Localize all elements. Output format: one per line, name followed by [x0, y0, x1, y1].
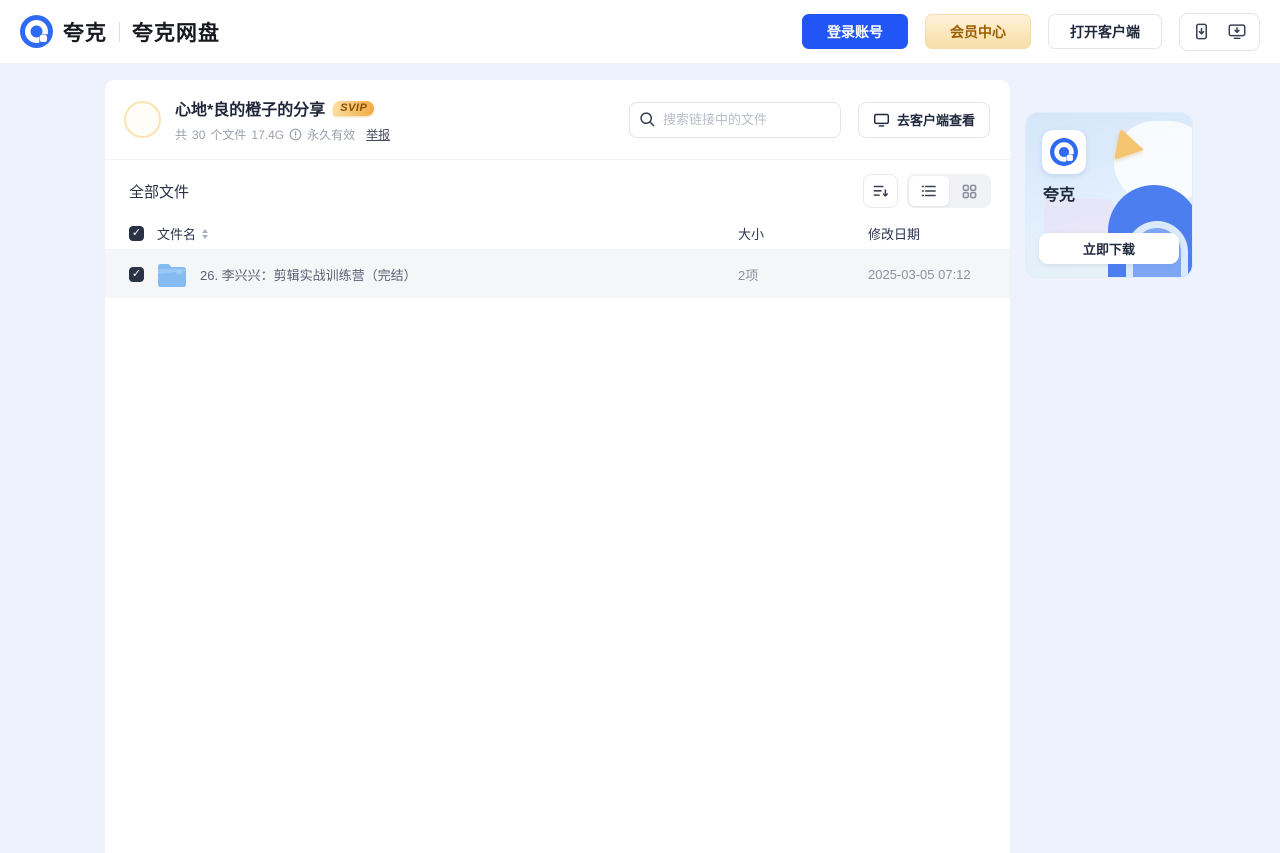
promo-app-name: 夸克	[1043, 187, 1076, 204]
brand[interactable]: 夸克 夸克网盘	[20, 15, 220, 48]
grid-view-button[interactable]	[949, 176, 989, 206]
quark-logo-icon	[20, 15, 53, 48]
app-download-card: 夸克 立即下载	[1025, 112, 1193, 278]
sharer-avatar	[124, 101, 161, 138]
file-count-prefix: 共	[175, 128, 188, 142]
file-count: 30	[192, 127, 206, 142]
search-input[interactable]	[628, 101, 841, 138]
share-header: 心地*良的橙子的分享 SVIP 共 30 个文件 17.4G 永久有效 举报 搜…	[105, 80, 1010, 160]
total-size: 17.4G	[251, 127, 285, 142]
share-info: 心地*良的橙子的分享 SVIP 共 30 个文件 17.4G 永久有效 举报	[175, 96, 390, 143]
validity-label: 永久有效	[307, 128, 356, 142]
row-checkbox[interactable]: ✓	[129, 266, 144, 282]
file-size: 2项	[738, 267, 759, 283]
folder-icon	[156, 261, 188, 288]
file-section-header: 全部文件	[105, 160, 1010, 218]
desktop-app-download-icon[interactable]	[1227, 22, 1247, 41]
column-name-label[interactable]: 文件名	[157, 224, 196, 243]
file-count-suffix: 个文件	[210, 128, 247, 142]
view-mode-toggle	[907, 174, 991, 208]
brand-app-name: 夸克	[63, 21, 107, 45]
top-bar-actions: 登录账号 会员中心 打开客户端	[802, 12, 1260, 51]
open-client-button[interactable]: 打开客户端	[1048, 14, 1162, 49]
select-all-checkbox[interactable]: ✓	[129, 226, 144, 241]
file-modified-date: 2025-03-05 07:12	[868, 266, 971, 282]
share-title: 心地*良的橙子的分享	[175, 102, 326, 119]
vip-center-button[interactable]: 会员中心	[925, 14, 1031, 49]
file-table-header: ✓ 文件名 大小 修改日期	[105, 218, 1010, 250]
share-meta: 共 30 个文件 17.4G 永久有效 举报	[175, 126, 390, 143]
share-actions: 去客户端查看	[628, 101, 990, 138]
view-in-client-button[interactable]: 去客户端查看	[857, 101, 990, 138]
login-button[interactable]: 登录账号	[802, 14, 908, 49]
top-bar: 夸克 夸克网盘 登录账号 会员中心 打开客户端	[0, 0, 1280, 64]
view-in-client-label: 去客户端查看	[896, 113, 975, 128]
brand-divider	[119, 21, 120, 42]
mobile-app-download-icon[interactable]	[1192, 22, 1211, 41]
list-view-button[interactable]	[909, 176, 949, 206]
svip-badge: SVIP	[333, 100, 375, 116]
report-link[interactable]: 举报	[366, 126, 390, 143]
monitor-icon	[873, 112, 890, 128]
section-title: 全部文件	[129, 183, 190, 201]
sort-order-button[interactable]	[863, 174, 898, 208]
file-name[interactable]: 26. 李兴兴：剪辑实战训练营（完结）	[200, 265, 417, 284]
quark-app-icon	[1042, 130, 1086, 174]
column-size-label[interactable]: 大小	[738, 224, 868, 243]
file-row[interactable]: ✓ 26. 李兴兴：剪辑实战训练营（完结） 2项 2025-03-05 07:1…	[105, 250, 1010, 298]
info-icon	[289, 128, 302, 141]
name-sort-arrows-icon[interactable]	[202, 228, 209, 239]
column-modified-label[interactable]: 修改日期	[868, 224, 986, 243]
download-now-button[interactable]: 立即下载	[1039, 233, 1179, 264]
brand-product-name: 夸克网盘	[132, 21, 220, 45]
view-tools	[863, 174, 991, 208]
download-apps-group	[1179, 12, 1260, 51]
share-content-panel: 心地*良的橙子的分享 SVIP 共 30 个文件 17.4G 永久有效 举报 搜…	[105, 80, 1010, 853]
search-box	[628, 101, 841, 138]
